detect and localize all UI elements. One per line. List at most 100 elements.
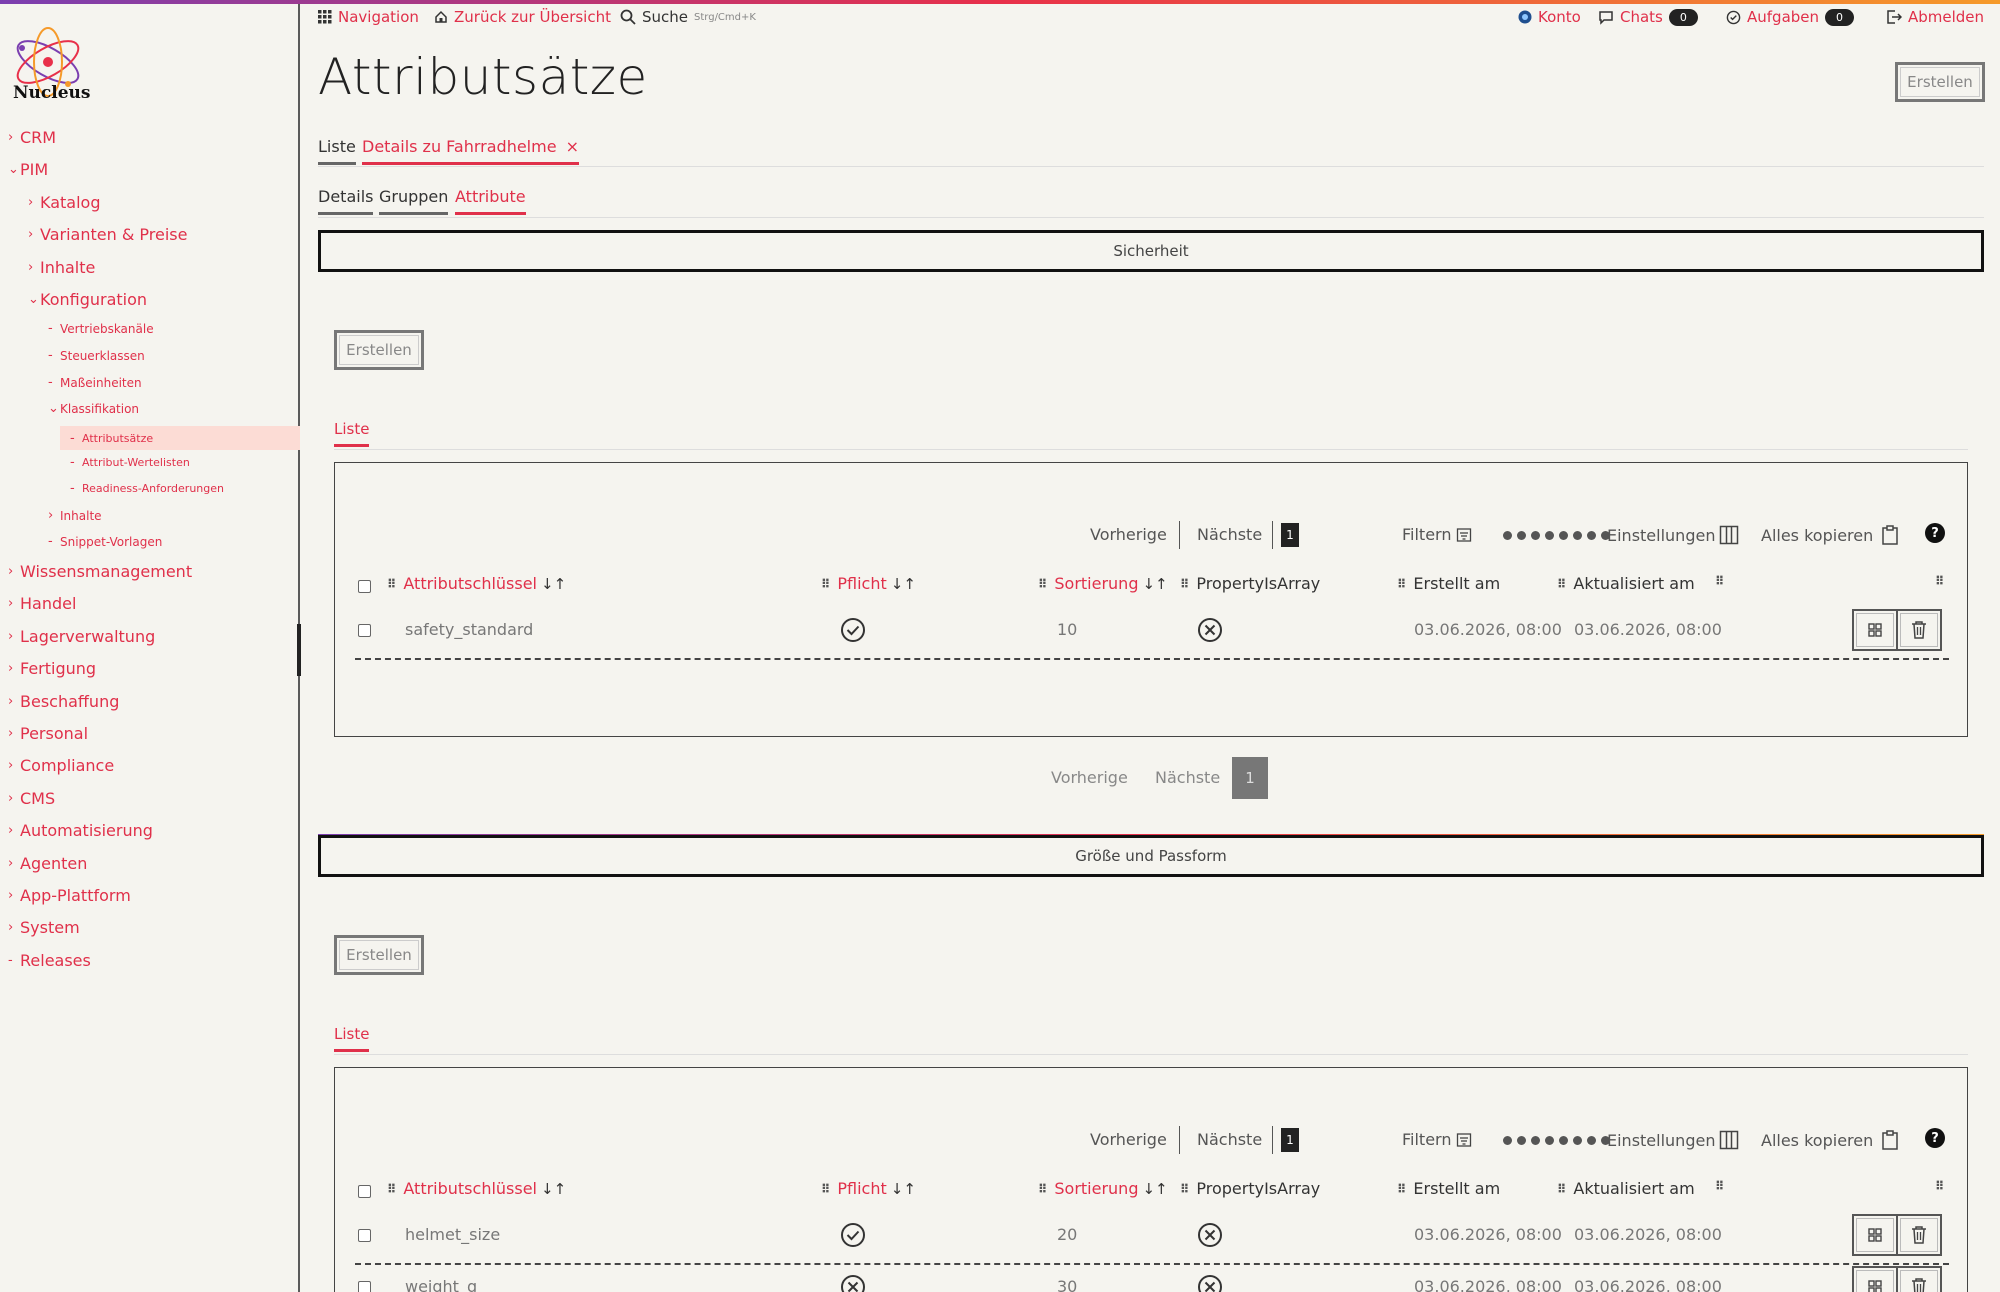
- drag-handle-icon[interactable]: ⠿: [1180, 577, 1189, 591]
- create-button[interactable]: Erstellen: [1895, 62, 1985, 102]
- sidebar-item-cms[interactable]: › CMS: [8, 789, 55, 808]
- tab-list[interactable]: Liste: [318, 137, 356, 165]
- column-header-attributschluessel[interactable]: ⠿ Attributschlüssel ↓↑: [387, 574, 566, 593]
- subtab-attributes[interactable]: Attribute: [455, 187, 526, 215]
- copy-all-button[interactable]: Alles kopieren: [1761, 525, 1899, 545]
- drag-handle-icon[interactable]: ⠿: [1935, 574, 1944, 588]
- row-details-button[interactable]: [1852, 1266, 1898, 1292]
- drag-handle-icon[interactable]: ⠿: [821, 577, 830, 591]
- drag-handle-icon[interactable]: ⠿: [1038, 577, 1047, 591]
- sort-icon[interactable]: ↓↑: [541, 575, 566, 593]
- column-header-aktualisiert-am[interactable]: ⠿ Aktualisiert am: [1557, 1179, 1695, 1198]
- drag-handle-icon[interactable]: ⠿: [387, 577, 396, 591]
- column-drag-handle[interactable]: ⠿: [1935, 574, 1951, 588]
- drag-handle-icon[interactable]: ⠿: [1397, 1182, 1406, 1196]
- subtab-groups[interactable]: Gruppen: [379, 187, 449, 215]
- subtab-details[interactable]: Details: [318, 187, 374, 215]
- sidebar-item-agenten[interactable]: › Agenten: [8, 854, 87, 873]
- chats-button[interactable]: Chats 0: [1598, 8, 1698, 26]
- sort-icon[interactable]: ↓↑: [891, 575, 916, 593]
- drag-handle-icon[interactable]: ⠿: [1557, 577, 1566, 591]
- pager-next-button[interactable]: Nächste: [1155, 768, 1220, 787]
- sort-icon[interactable]: ↓↑: [1142, 575, 1167, 593]
- column-header-sortierung[interactable]: ⠿ Sortierung ↓↑: [1038, 574, 1168, 593]
- group-create-button[interactable]: Erstellen: [334, 330, 424, 370]
- drag-handle-icon[interactable]: ⠿: [387, 1182, 396, 1196]
- column-header-erstellt-am[interactable]: ⠿ Erstellt am: [1397, 574, 1500, 593]
- sidebar-item-steuerklassen[interactable]: - Steuerklassen: [48, 348, 145, 363]
- sidebar-item-app-plattform[interactable]: › App-Plattform: [8, 886, 131, 905]
- select-all-checkbox[interactable]: [358, 580, 371, 593]
- logout-button[interactable]: Abmelden: [1886, 8, 1984, 26]
- row-delete-button[interactable]: [1896, 1214, 1942, 1256]
- help-icon[interactable]: ?: [1925, 1128, 1945, 1148]
- back-to-overview-link[interactable]: Zurück zur Übersicht: [434, 8, 611, 26]
- sidebar-item-beschaffung[interactable]: › Beschaffung: [8, 692, 119, 711]
- group-tab-list[interactable]: Liste: [334, 1025, 370, 1052]
- column-header-propertyisarray[interactable]: ⠿ PropertyIsArray: [1180, 1179, 1320, 1198]
- sidebar-item-system[interactable]: › System: [8, 918, 80, 937]
- column-header-propertyisarray[interactable]: ⠿ PropertyIsArray: [1180, 574, 1320, 593]
- select-all-checkbox[interactable]: [358, 1185, 371, 1198]
- help-icon[interactable]: ?: [1925, 523, 1945, 543]
- drag-handle-icon[interactable]: ⠿: [821, 1182, 830, 1196]
- row-checkbox[interactable]: [358, 1281, 371, 1292]
- sidebar-item-wissensmanagement[interactable]: › Wissensmanagement: [8, 562, 192, 581]
- column-drag-handle[interactable]: ⠿: [1715, 574, 1731, 588]
- row-details-button[interactable]: [1852, 1214, 1898, 1256]
- filter-button[interactable]: Filtern: [1402, 525, 1472, 544]
- sort-icon[interactable]: ↓↑: [1142, 1180, 1167, 1198]
- prev-page-button[interactable]: Vorherige: [1090, 525, 1167, 544]
- drag-handle-icon[interactable]: ⠿: [1180, 1182, 1189, 1196]
- sidebar-item-katalog[interactable]: › Katalog: [28, 193, 100, 212]
- sidebar-item-crm[interactable]: › CRM: [8, 128, 56, 147]
- group-create-button[interactable]: Erstellen: [334, 935, 424, 975]
- more-options-dots-icon[interactable]: [1503, 531, 1610, 540]
- column-drag-handle[interactable]: ⠿: [1715, 1179, 1731, 1193]
- sidebar-item-vertriebskanaele[interactable]: - Vertriebskanäle: [48, 321, 154, 336]
- sidebar-item-snippet-vorlagen[interactable]: - Snippet-Vorlagen: [48, 534, 162, 549]
- sidebar-item-varianten-preise[interactable]: › Varianten & Preise: [28, 225, 187, 244]
- sidebar-scrollbar[interactable]: [297, 624, 301, 676]
- more-options-dots-icon[interactable]: [1503, 1136, 1610, 1145]
- sidebar-item-compliance[interactable]: › Compliance: [8, 756, 114, 775]
- drag-handle-icon[interactable]: ⠿: [1935, 1179, 1944, 1193]
- sidebar-item-handel[interactable]: › Handel: [8, 594, 76, 613]
- sidebar-item-inhalte[interactable]: › Inhalte: [28, 258, 95, 277]
- sidebar-item-fertigung[interactable]: › Fertigung: [8, 659, 96, 678]
- column-header-pflicht[interactable]: ⠿ Pflicht ↓↑: [821, 1179, 916, 1198]
- account-button[interactable]: Konto: [1518, 8, 1581, 26]
- group-tab-list[interactable]: Liste: [334, 420, 370, 447]
- sidebar-item-klassifikation[interactable]: ⌄ Klassifikation: [48, 401, 139, 416]
- settings-button[interactable]: Einstellungen: [1607, 1130, 1739, 1150]
- prev-page-button[interactable]: Vorherige: [1090, 1130, 1167, 1149]
- row-delete-button[interactable]: [1896, 609, 1942, 651]
- search-button[interactable]: Suche Strg/Cmd+K: [620, 8, 756, 26]
- row-checkbox[interactable]: [358, 624, 371, 637]
- drag-handle-icon[interactable]: ⠿: [1038, 1182, 1047, 1196]
- next-page-button[interactable]: Nächste: [1197, 1130, 1262, 1149]
- column-header-attributschluessel[interactable]: ⠿ Attributschlüssel ↓↑: [387, 1179, 566, 1198]
- next-page-button[interactable]: Nächste: [1197, 525, 1262, 544]
- current-page-number[interactable]: 1: [1281, 1128, 1299, 1152]
- sort-icon[interactable]: ↓↑: [891, 1180, 916, 1198]
- settings-button[interactable]: Einstellungen: [1607, 525, 1739, 545]
- row-checkbox[interactable]: [358, 1229, 371, 1242]
- drag-handle-icon[interactable]: ⠿: [1557, 1182, 1566, 1196]
- filter-button[interactable]: Filtern: [1402, 1130, 1472, 1149]
- sidebar-item-attributsaetze[interactable]: - Attributsätze: [60, 426, 300, 450]
- copy-all-button[interactable]: Alles kopieren: [1761, 1130, 1899, 1150]
- pager-prev-button[interactable]: Vorherige: [1051, 768, 1128, 787]
- row-details-button[interactable]: [1852, 609, 1898, 651]
- column-drag-handle[interactable]: ⠿: [1935, 1179, 1951, 1193]
- pager-current-page[interactable]: 1: [1232, 757, 1268, 799]
- group-header-sicherheit[interactable]: Sicherheit: [318, 230, 1984, 272]
- sidebar-item-inhalte-sub[interactable]: › Inhalte: [48, 508, 102, 523]
- navigation-button[interactable]: Navigation: [318, 8, 419, 26]
- sidebar-item-pim[interactable]: ⌄ PIM: [8, 160, 48, 179]
- close-tab-icon[interactable]: ×: [566, 137, 579, 156]
- sidebar-item-automatisierung[interactable]: › Automatisierung: [8, 821, 153, 840]
- tasks-button[interactable]: Aufgaben 0: [1726, 8, 1855, 26]
- sidebar-item-lagerverwaltung[interactable]: › Lagerverwaltung: [8, 627, 155, 646]
- sidebar-item-readiness-anforderungen[interactable]: - Readiness-Anforderungen: [70, 481, 224, 496]
